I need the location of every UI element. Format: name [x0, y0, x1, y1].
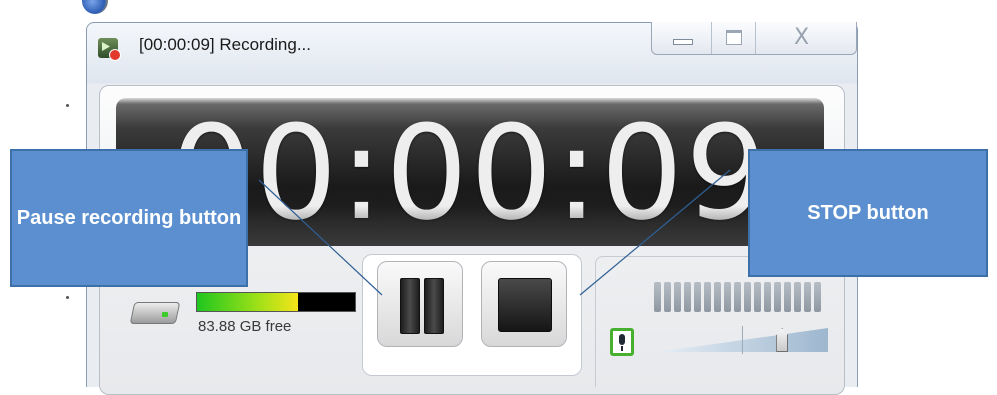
audio-level-tick [764, 282, 771, 312]
background-dot [66, 296, 69, 299]
audio-level-tick [734, 282, 741, 312]
window-controls: X [651, 22, 857, 55]
audio-level-tick [664, 282, 671, 312]
window-title: [00:00:09] Recording... [139, 35, 312, 54]
stop-annotation-callout: STOP button [748, 149, 988, 277]
minimize-button[interactable] [652, 22, 712, 54]
volume-midpoint-mark [742, 326, 743, 354]
audio-level-tick [744, 282, 751, 312]
audio-level-tick [814, 282, 821, 312]
volume-slider[interactable] [658, 326, 828, 354]
pause-annotation-callout: Pause recording button [10, 149, 248, 287]
audio-level-tick [684, 282, 691, 312]
microphone-icon[interactable] [610, 328, 634, 356]
recording-controls [362, 254, 582, 376]
audio-level-tick [774, 282, 781, 312]
audio-level-tick [724, 282, 731, 312]
recorder-app-icon [98, 38, 121, 61]
maximize-button[interactable] [712, 22, 756, 54]
close-icon: X [794, 25, 810, 50]
audio-level-tick [654, 282, 661, 312]
pause-icon [400, 278, 420, 334]
close-button[interactable]: X [756, 22, 856, 54]
audio-level-tick [804, 282, 811, 312]
audio-level-meter [654, 282, 834, 312]
audio-level-tick [694, 282, 701, 312]
audio-level-tick [704, 282, 711, 312]
disk-free-label: 83.88 GB free [198, 318, 292, 335]
stop-recording-button[interactable] [481, 261, 567, 347]
pause-icon [424, 278, 444, 334]
audio-level-tick [714, 282, 721, 312]
volume-slider-thumb[interactable] [776, 328, 789, 352]
audio-level-tick [674, 282, 681, 312]
title-bar[interactable]: [00:00:09] Recording... X [87, 22, 857, 81]
audio-level-tick [754, 282, 761, 312]
audio-level-tick [794, 282, 801, 312]
stop-icon [498, 278, 552, 332]
audio-level-tick [784, 282, 791, 312]
disk-usage-meter [196, 292, 356, 312]
hard-drive-icon [132, 296, 176, 326]
disk-usage-fill [197, 293, 299, 311]
pause-recording-button[interactable] [377, 261, 463, 347]
background-dot [66, 104, 69, 107]
volume-track [658, 328, 828, 352]
